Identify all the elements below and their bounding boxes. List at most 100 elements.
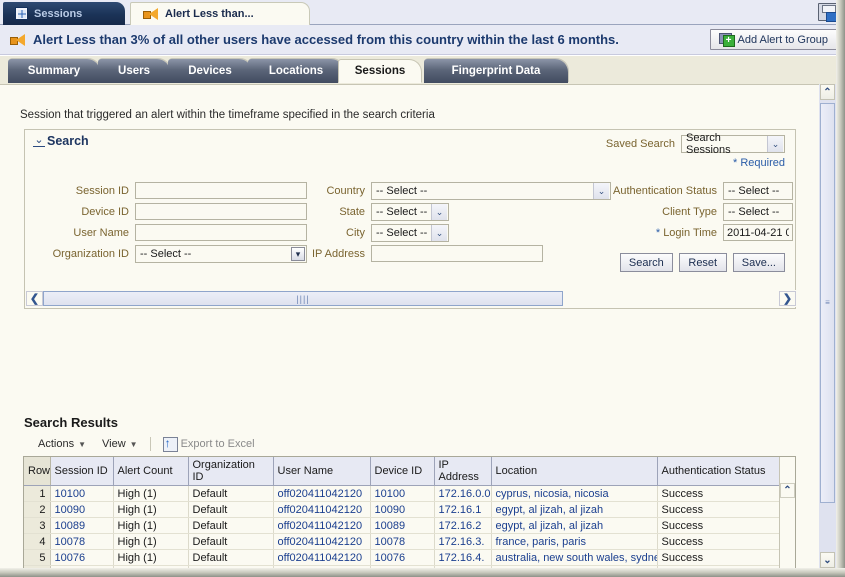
table-row[interactable]: 3 10089 High (1) Default off020411042120…	[24, 518, 779, 534]
cell-user-name[interactable]: off020411042120	[273, 550, 370, 566]
window-tab-sessions[interactable]: Sessions	[3, 2, 125, 25]
ip-address-input[interactable]	[371, 245, 543, 262]
cell-ip-address[interactable]: 172.16.2	[434, 518, 491, 534]
field-session-id: Session ID	[33, 182, 307, 199]
state-select[interactable]: -- Select -- ⌄	[371, 203, 449, 221]
cell-location[interactable]: cyprus, nicosia, nicosia	[491, 486, 657, 502]
cell-device-id[interactable]: 10089	[370, 518, 434, 534]
export-to-excel-button[interactable]: Export to Excel	[155, 435, 263, 453]
column-header-alert-count[interactable]: Alert Count	[113, 457, 188, 486]
tab-devices[interactable]: Devices	[168, 59, 252, 83]
save-search-button[interactable]: Save...	[733, 253, 785, 272]
cell-device-id[interactable]: 10100	[370, 486, 434, 502]
page-scroll-thumb[interactable]: ≡	[820, 103, 835, 503]
column-header-organization-id[interactable]: Organization ID	[188, 457, 273, 486]
page-description: Session that triggered an alert within t…	[20, 109, 435, 121]
client-type-select[interactable]: -- Select --	[723, 203, 793, 221]
column-header-session-id[interactable]: Session ID	[50, 457, 113, 486]
table-row[interactable]: 2 10090 High (1) Default off020411042120…	[24, 502, 779, 518]
table-row[interactable]: 4 10078 High (1) Default off020411042120…	[24, 534, 779, 550]
chevron-right-icon[interactable]: ❯	[779, 291, 796, 306]
search-panel: ⌄ Search Saved Search Search Sessions ⌄ …	[24, 129, 796, 309]
cell-user-name[interactable]: off020411042120	[273, 518, 370, 534]
cell-session-id[interactable]: 10076	[50, 550, 113, 566]
chevron-down-icon: ⌄	[767, 136, 783, 152]
cell-user-name[interactable]: off020411042120	[273, 486, 370, 502]
column-header-location[interactable]: Location	[491, 457, 657, 486]
cell-organization-id: Default	[188, 550, 273, 566]
cell-session-id[interactable]: 10089	[50, 518, 113, 534]
cell-location[interactable]: egypt, al jizah, al jizah	[491, 518, 657, 534]
content-pane: Session that triggered an alert within t…	[0, 84, 845, 568]
column-header-authentication-status[interactable]: Authentication Status	[657, 457, 779, 486]
cell-ip-address[interactable]: 172.16.0.0	[434, 486, 491, 502]
caret-down-icon: ▼	[130, 440, 138, 449]
results-vertical-scrollbar[interactable]: ⌃ ⌄	[779, 457, 795, 569]
search-button-label: Search	[629, 257, 664, 269]
tab-fingerprint-data[interactable]: Fingerprint Data	[424, 59, 568, 83]
page-vertical-scrollbar[interactable]: ⌃ ≡ ⌄	[819, 84, 836, 568]
authentication-status-select[interactable]: -- Select --	[723, 182, 793, 200]
hscroll-thumb[interactable]: ||||	[43, 291, 563, 306]
tab-users[interactable]: Users	[98, 59, 170, 83]
cell-location[interactable]: egypt, al jizah, al jizah	[491, 502, 657, 518]
actions-menu-label: Actions	[38, 438, 74, 450]
column-header-user-name[interactable]: User Name	[273, 457, 370, 486]
field-client-type: Client Type -- Select --	[589, 203, 793, 221]
cell-ip-address[interactable]: 172.16.1	[434, 502, 491, 518]
tab-sessions[interactable]: Sessions	[338, 59, 422, 83]
tab-summary[interactable]: Summary	[8, 59, 100, 83]
field-country: Country -- Select -- ⌄	[287, 182, 611, 200]
view-menu[interactable]: View ▼	[94, 435, 146, 453]
field-state-label: State	[287, 206, 365, 218]
search-horizontal-scrollbar[interactable]: ❮ |||| ❯	[26, 290, 796, 307]
table-row[interactable]: 1 10100 High (1) Default off020411042120…	[24, 486, 779, 502]
saved-search-value: Search Sessions	[686, 132, 767, 156]
column-header-row[interactable]: Row	[24, 457, 50, 486]
column-header-device-id[interactable]: Device ID	[370, 457, 434, 486]
cell-location[interactable]: france, paris, paris	[491, 534, 657, 550]
cell-session-id[interactable]: 10078	[50, 534, 113, 550]
tab-sessions-label: Sessions	[355, 65, 406, 77]
chevron-down-icon[interactable]: ⌄	[33, 135, 45, 147]
device-id-input[interactable]	[135, 203, 307, 220]
hscroll-track[interactable]: ||||	[43, 291, 779, 306]
field-organization-id: Organization ID -- Select -- ▾	[33, 245, 307, 263]
chevron-left-icon[interactable]: ❮	[26, 291, 43, 306]
saved-search-select[interactable]: Search Sessions ⌄	[681, 135, 785, 153]
column-header-ip-address[interactable]: IP Address	[434, 457, 491, 486]
chevron-down-icon[interactable]: ⌄	[820, 552, 835, 568]
user-name-input[interactable]	[135, 224, 307, 241]
add-alert-to-group-button[interactable]: Add Alert to Group	[710, 29, 838, 50]
cell-session-id[interactable]: 10100	[50, 486, 113, 502]
field-authentication-status: Authentication Status -- Select --	[589, 182, 793, 200]
cell-user-name[interactable]: off020411042120	[273, 534, 370, 550]
cell-user-name[interactable]: off020411042120	[273, 502, 370, 518]
client-type-value: -- Select --	[728, 206, 779, 218]
chevron-up-icon[interactable]: ⌃	[820, 84, 835, 100]
city-select[interactable]: -- Select -- ⌄	[371, 224, 449, 242]
country-select[interactable]: -- Select -- ⌄	[371, 182, 611, 200]
cell-session-id[interactable]: 10090	[50, 502, 113, 518]
cell-ip-address[interactable]: 172.16.3.	[434, 534, 491, 550]
login-time-input[interactable]	[723, 224, 793, 241]
tab-locations[interactable]: Locations	[248, 59, 344, 83]
cell-device-id[interactable]: 10090	[370, 502, 434, 518]
content-inner: Session that triggered an alert within t…	[0, 85, 812, 569]
reset-button[interactable]: Reset	[679, 253, 727, 272]
window-tab-alert[interactable]: Alert Less than...	[130, 2, 310, 25]
table-row[interactable]: 5 10076 High (1) Default off020411042120…	[24, 550, 779, 566]
cell-device-id[interactable]: 10076	[370, 550, 434, 566]
cell-location[interactable]: australia, new south wales, sydney	[491, 550, 657, 566]
cell-ip-address[interactable]: 172.16.4.	[434, 550, 491, 566]
actions-menu[interactable]: Actions ▼	[30, 435, 94, 453]
organization-id-select[interactable]: -- Select -- ▾	[135, 245, 307, 263]
field-user-name: User Name	[33, 224, 307, 241]
tab-users-label: Users	[118, 65, 150, 77]
session-id-input[interactable]	[135, 182, 307, 199]
search-button[interactable]: Search	[620, 253, 673, 272]
chevron-up-icon[interactable]: ⌃	[780, 483, 795, 498]
field-device-id-label: Device ID	[33, 206, 129, 218]
cell-device-id[interactable]: 10078	[370, 534, 434, 550]
save-button[interactable]	[818, 3, 837, 21]
